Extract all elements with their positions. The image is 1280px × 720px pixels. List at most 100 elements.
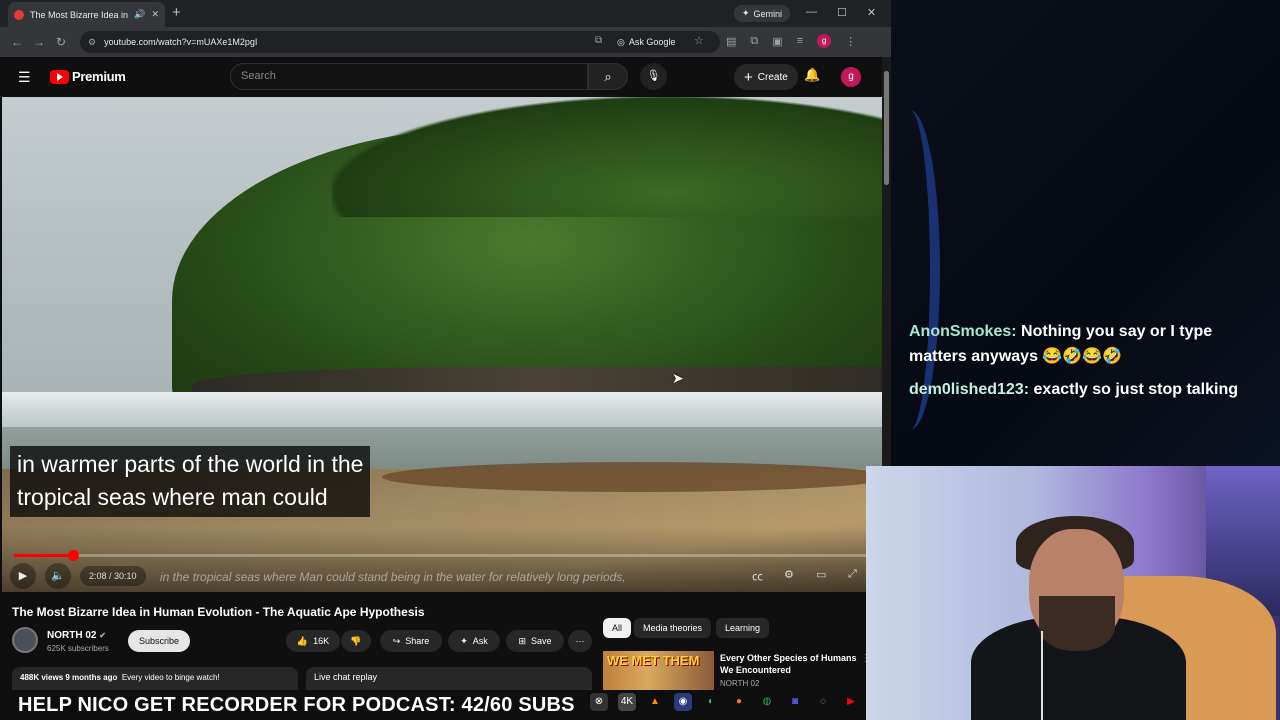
share-button[interactable]: ↪ Share: [380, 630, 442, 652]
player-controls: ▶ 🔈 2:08 / 30:10 in the tropical seas wh…: [2, 563, 882, 589]
extension-toolbar: ▤ ⧉ ▣ ≡ g ⋮: [726, 34, 856, 48]
chat-overlay: AnonSmokes: Nothing you say or I type ma…: [909, 319, 1239, 410]
chat-username: dem0lished123:: [909, 381, 1030, 398]
tab-bar: The Most Bizarre Idea in Hu 🔊 ✕ + ✦ Gemi…: [0, 0, 891, 27]
mouse-cursor-icon: ➤: [672, 370, 684, 386]
site-info-icon[interactable]: ⚙: [88, 37, 96, 48]
ask-button[interactable]: ✦ Ask: [448, 630, 500, 652]
description-snippet: Every video to binge watch!: [121, 673, 220, 682]
stream-banner-text: HELP NICO GET RECORDER FOR PODCAST: 42/6…: [18, 694, 575, 716]
search-input[interactable]: Search: [230, 63, 588, 90]
reload-icon[interactable]: ↻: [50, 35, 72, 49]
microphone-icon[interactable]: 🎙: [640, 63, 667, 90]
new-tab-button[interactable]: +: [172, 5, 181, 20]
gemini-button[interactable]: ✦ Gemini: [734, 5, 791, 22]
close-tab-icon[interactable]: ✕: [151, 9, 159, 20]
more-actions-button[interactable]: ⋯: [568, 630, 592, 652]
search-icon[interactable]: ⌕: [588, 63, 628, 90]
tray-4k-icon[interactable]: 4K: [618, 693, 636, 711]
tray-firefox-icon[interactable]: ●: [730, 693, 748, 711]
chip-learning[interactable]: Learning: [716, 618, 770, 638]
like-button[interactable]: 👍 16K: [286, 630, 340, 652]
chat-username: AnonSmokes:: [909, 323, 1017, 340]
volume-icon[interactable]: 🔈: [45, 563, 71, 589]
youtube-logo[interactable]: Premium: [50, 69, 126, 84]
closed-caption-box: in warmer parts of the world in the trop…: [10, 446, 371, 517]
minimize-icon[interactable]: —: [806, 6, 817, 19]
back-icon[interactable]: ←: [6, 35, 28, 49]
plus-icon: +: [744, 68, 753, 86]
youtube-masthead: ☰ Premium Search ⌕ 🎙 + Create 🔔 g: [0, 57, 891, 97]
video-frame-seaweed: [382, 462, 882, 492]
tray-obs-icon[interactable]: ◌: [814, 693, 832, 711]
save-button[interactable]: ⊞ Save: [506, 630, 564, 652]
account-avatar[interactable]: g: [841, 67, 861, 87]
maximize-icon[interactable]: ☐: [837, 6, 847, 19]
window-controls: — ☐ ✕: [806, 6, 876, 19]
profile-avatar[interactable]: g: [817, 34, 832, 48]
fullscreen-icon[interactable]: ⤢: [848, 568, 857, 581]
chip-all[interactable]: All: [603, 618, 632, 638]
lens-icon: ◎: [617, 36, 625, 47]
recommended-video-thumbnail[interactable]: WE MET THEM: [603, 651, 714, 690]
browser-tab[interactable]: The Most Bizarre Idea in Hu 🔊 ✕: [8, 2, 165, 27]
time-display: 2:08 / 30:10: [80, 566, 146, 586]
notifications-bell-icon[interactable]: 🔔: [804, 67, 820, 83]
sidepanel-icon[interactable]: ▣: [772, 35, 782, 48]
share-label: Share: [405, 636, 430, 646]
forward-icon[interactable]: →: [28, 35, 50, 49]
caption-line: in warmer parts of the world in the: [17, 451, 364, 477]
address-text: youtube.com/watch?v=mUAXe1M2pgI: [104, 37, 258, 47]
recommended-video-title[interactable]: Every Other Species of Humans We Encount…: [720, 652, 860, 676]
video-frame-canopy: [332, 97, 882, 217]
bookmark-star-icon[interactable]: ☆: [694, 34, 704, 47]
webcam-earphone-cord: [1041, 631, 1043, 720]
scrubber-knob[interactable]: [67, 550, 79, 561]
chat-message: AnonSmokes: Nothing you say or I type ma…: [909, 319, 1239, 369]
close-window-icon[interactable]: ✕: [867, 6, 876, 19]
burned-in-subtitle: in the tropical seas where Man could sta…: [160, 570, 626, 584]
like-count: 16K: [313, 636, 330, 646]
play-icon[interactable]: ▶: [10, 563, 36, 589]
thumbs-up-icon: 👍: [296, 635, 309, 646]
youtube-play-logo-icon: [50, 69, 69, 84]
install-app-icon[interactable]: ⧉: [595, 35, 602, 46]
logo-text: Premium: [72, 69, 126, 84]
hamburger-menu-icon[interactable]: ☰: [18, 69, 31, 86]
captions-cc-icon[interactable]: ㏄: [752, 568, 763, 584]
settings-gear-icon[interactable]: ⚙: [784, 568, 794, 581]
channel-avatar[interactable]: [12, 627, 38, 653]
live-chat-replay-panel[interactable]: Live chat replay: [306, 667, 592, 690]
tray-edge-icon[interactable]: ◐: [702, 693, 720, 711]
tray-shield-icon[interactable]: ◉: [674, 693, 692, 711]
webcam-feed: [866, 466, 1280, 720]
progress-bar[interactable]: [14, 550, 868, 561]
subscribe-button[interactable]: Subscribe: [128, 630, 190, 652]
create-button[interactable]: + Create: [734, 64, 798, 90]
speaker-icon[interactable]: 🔊: [134, 9, 145, 20]
tray-chrome-icon[interactable]: ◍: [758, 693, 776, 711]
tray-discord-icon[interactable]: ◙: [786, 693, 804, 711]
description-box[interactable]: 488K views 9 months ago Every video to b…: [12, 667, 298, 690]
save-playlist-icon: ⊞: [518, 635, 527, 646]
ask-google-button[interactable]: ◎ Ask Google: [617, 32, 675, 52]
video-frame-surf: [2, 392, 882, 432]
sparkle-icon: ✦: [742, 8, 750, 18]
thumbnail-text: WE MET THEM: [607, 653, 700, 668]
tray-youtube-icon[interactable]: ▶: [842, 693, 860, 711]
chip-media-theories[interactable]: Media theories: [634, 618, 712, 638]
tray-app-icon[interactable]: ⊗: [590, 693, 608, 711]
verified-check-icon: ✔: [99, 631, 106, 640]
video-player[interactable]: in warmer parts of the world in the trop…: [2, 97, 882, 592]
youtube-page: ☰ Premium Search ⌕ 🎙 + Create 🔔 g in war…: [0, 57, 891, 690]
channel-name[interactable]: NORTH 02 ✔: [47, 630, 106, 641]
extensions-icon[interactable]: ⧉: [750, 35, 758, 48]
save-label: Save: [531, 636, 552, 646]
menu-kebab-icon[interactable]: ⋮: [845, 35, 856, 48]
tray-vlc-icon[interactable]: ▲: [646, 693, 664, 711]
clipboard-icon[interactable]: ▤: [726, 35, 736, 48]
navigation-bar: ← → ↻ ⚙ youtube.com/watch?v=mUAXe1M2pgI …: [0, 27, 891, 57]
dislike-button[interactable]: 👎: [341, 630, 371, 652]
media-icon[interactable]: ≡: [797, 35, 803, 47]
theater-mode-icon[interactable]: ▭: [816, 568, 826, 581]
